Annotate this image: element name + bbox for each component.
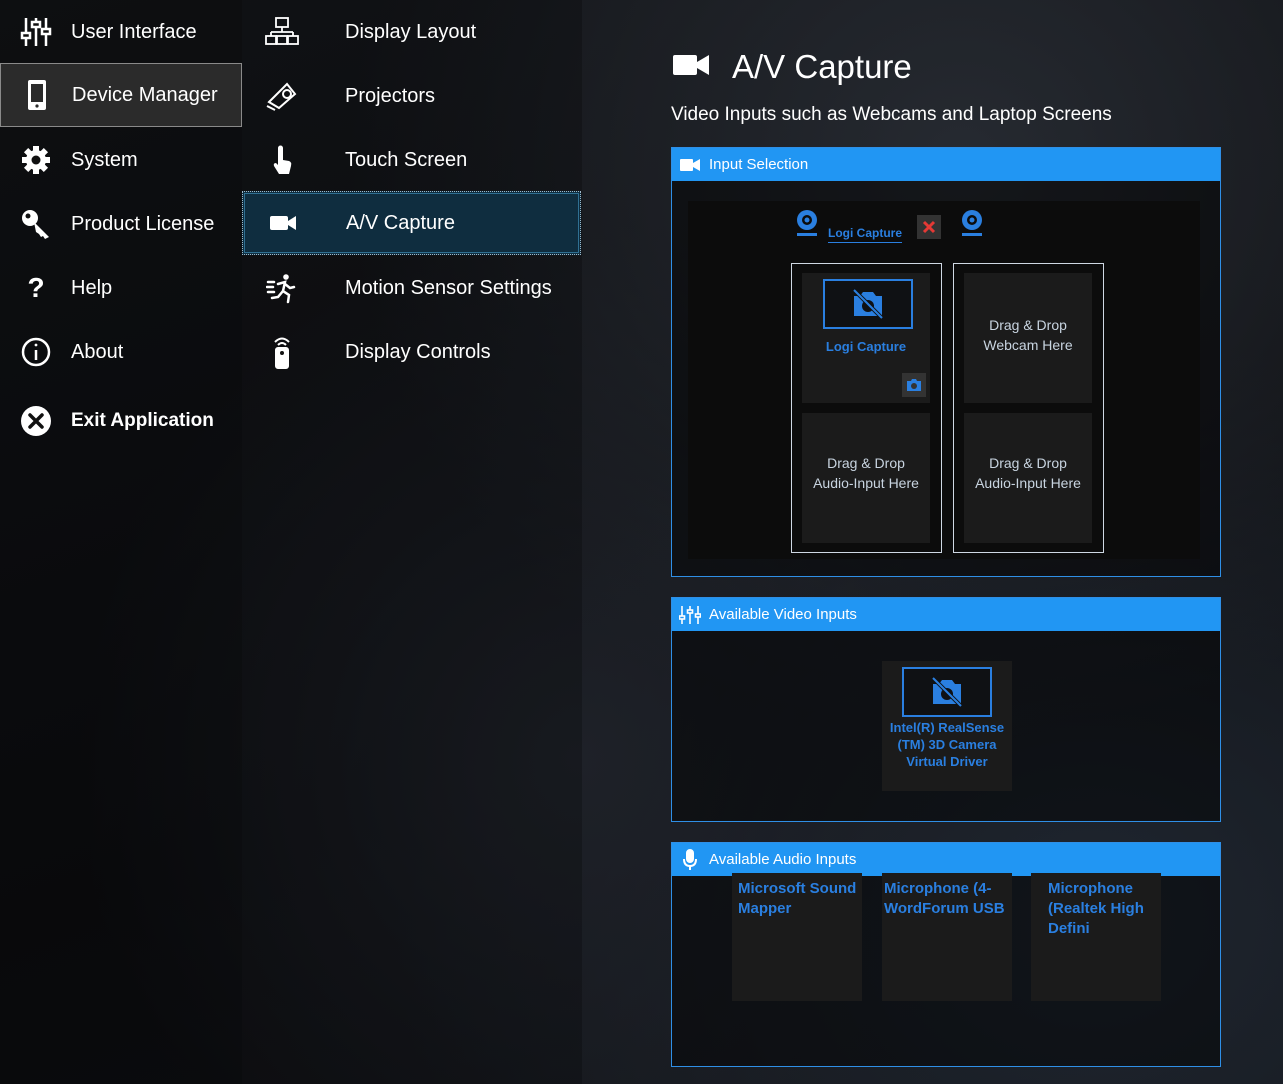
video-device-name: Intel(R) RealSense (TM) 3D Camera Virtua… [889, 720, 1005, 769]
nav-label: Device Manager [72, 83, 218, 106]
nav-system[interactable]: System [0, 128, 242, 192]
webcam-drop-zone[interactable]: Drag & Drop Webcam Here [964, 273, 1092, 403]
video-inputs-panel: Available Video Inputs Intel(R) RealSens… [671, 597, 1221, 822]
audio-drop-zone[interactable]: Drag & Drop Audio-Input Here [802, 413, 930, 543]
running-person-icon [264, 270, 300, 306]
panel-title: Input Selection [709, 156, 809, 173]
subnav-display-controls[interactable]: Display Controls [242, 320, 581, 384]
nav-label: Help [71, 276, 113, 299]
sliders-icon [679, 605, 701, 625]
panel-title: Available Audio Inputs [709, 851, 857, 868]
remove-icon[interactable] [917, 215, 941, 239]
audio-drop-text: Drag & Drop Audio-Input Here [975, 455, 1081, 491]
camera-tile[interactable] [823, 279, 913, 329]
video-camera-icon [672, 52, 710, 83]
camera-tile[interactable] [902, 667, 992, 717]
sliders-icon [18, 14, 54, 50]
key-icon [18, 206, 54, 242]
nav-label: System [71, 148, 138, 171]
gear-icon [18, 142, 54, 178]
display-layout-icon [264, 14, 300, 50]
audio-device-tile[interactable]: Microsoft Sound Mapper [732, 873, 862, 1001]
camera-badge-icon[interactable] [902, 373, 926, 397]
question-icon: ? [27, 272, 45, 303]
audio-device-name: Microphone (4-WordForum USB [884, 880, 1005, 917]
webcam-slot-filled[interactable]: Logi Capture [802, 273, 930, 403]
projector-icon [264, 78, 300, 114]
nav-label: About [71, 340, 124, 363]
subnav-label: A/V Capture [346, 211, 455, 234]
nav-user-interface[interactable]: User Interface [0, 0, 242, 64]
audio-device-name: Microsoft Sound Mapper [738, 880, 857, 917]
nav-product-license[interactable]: Product License [0, 192, 242, 256]
page-title: A/V Capture [732, 48, 912, 85]
subnav-label: Display Controls [345, 340, 491, 363]
input-selection-panel: Input Selection Logi Capture Logi Captur… [671, 147, 1221, 577]
panel-title: Available Video Inputs [709, 606, 857, 623]
info-icon [18, 334, 54, 370]
touch-icon [264, 142, 300, 178]
panel-header: Available Video Inputs [672, 598, 1220, 631]
page-subtitle: Video Inputs such as Webcams and Laptop … [671, 104, 1112, 125]
subnav-projectors[interactable]: Projectors [242, 64, 581, 128]
webcam-drop-text: Drag & Drop Webcam Here [983, 317, 1073, 353]
subnav-motion-sensor[interactable]: Motion Sensor Settings [242, 256, 581, 320]
video-camera-icon [265, 205, 301, 241]
audio-device-name: Microphone (Realtek High Defini [1048, 880, 1144, 937]
nav-help[interactable]: ? Help [0, 256, 242, 320]
exit-label: Exit Application [71, 410, 214, 431]
audio-drop-text: Drag & Drop Audio-Input Here [813, 455, 919, 491]
camera-off-icon [852, 288, 884, 320]
subnav-touch-screen[interactable]: Touch Screen [242, 128, 581, 192]
nav-label: User Interface [71, 20, 197, 43]
audio-device-tile[interactable]: Microphone (Realtek High Defini [1031, 873, 1161, 1001]
close-circle-icon [18, 403, 54, 439]
video-camera-icon [679, 155, 701, 175]
phone-icon [19, 77, 55, 113]
microphone-icon [679, 848, 701, 870]
subnav-label: Motion Sensor Settings [345, 276, 552, 299]
audio-device-tile[interactable]: Microphone (4-WordForum USB [882, 873, 1012, 1001]
audio-drop-zone[interactable]: Drag & Drop Audio-Input Here [964, 413, 1092, 543]
camera-off-icon [931, 676, 963, 708]
subnav-label: Display Layout [345, 20, 477, 43]
subnav-av-capture[interactable]: A/V Capture [242, 191, 581, 255]
input-tab-logi-capture[interactable]: Logi Capture [828, 226, 902, 243]
nav-device-manager[interactable]: Device Manager [0, 63, 242, 127]
panel-header: Input Selection [672, 148, 1220, 181]
nav-label: Product License [71, 212, 215, 235]
audio-inputs-panel: Available Audio Inputs Microsoft Sound M… [671, 842, 1221, 1067]
page-header: A/V Capture [672, 48, 912, 86]
input-selection-area: Logi Capture Logi Capture Drag & Drop Au… [688, 201, 1200, 559]
subnav-label: Touch Screen [345, 148, 468, 171]
subnav-label: Projectors [345, 84, 436, 107]
subnav-display-layout[interactable]: Display Layout [242, 0, 581, 64]
video-device-tile[interactable]: Intel(R) RealSense (TM) 3D Camera Virtua… [882, 661, 1012, 791]
nav-about[interactable]: About [0, 320, 242, 384]
remote-control-icon [264, 334, 300, 370]
exit-application-button[interactable]: Exit Application [0, 389, 242, 453]
webcam-name: Logi Capture [825, 339, 907, 354]
webcam-icon[interactable] [795, 209, 819, 242]
panel-header: Available Audio Inputs [672, 843, 1220, 876]
webcam-icon[interactable] [960, 209, 984, 242]
